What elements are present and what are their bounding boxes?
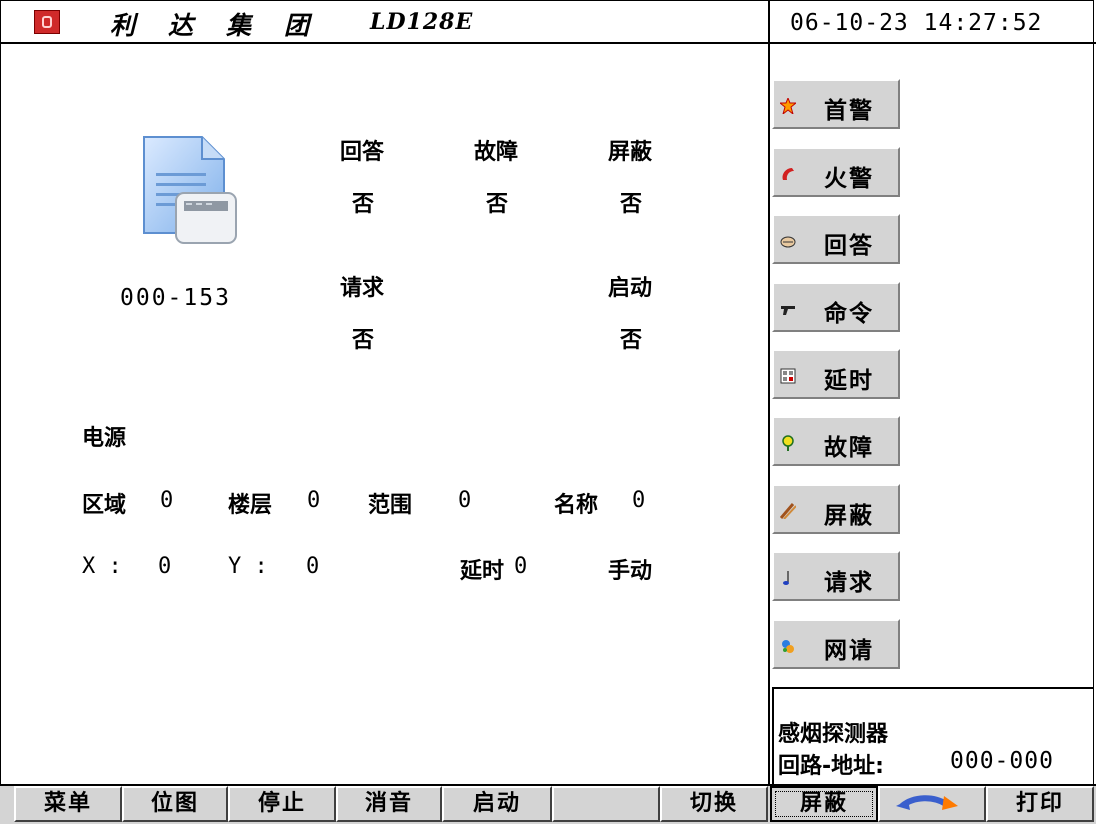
status-label-shield: 屏蔽 [608, 140, 653, 165]
network-request-icon [782, 640, 794, 653]
rotate-button[interactable] [878, 786, 986, 822]
stop-button[interactable]: 停止 [228, 786, 336, 822]
range-label: 范围 [368, 493, 413, 518]
power-label: 电源 [82, 426, 127, 451]
menu-button[interactable]: 菜单 [14, 786, 122, 822]
company-char-2: 达 [168, 11, 194, 40]
device-document-icon [143, 136, 237, 244]
loop-address-label: 回路-地址: [778, 754, 884, 779]
company-char-1: 利 [110, 11, 136, 40]
shield-tab-button[interactable]: 屏蔽 [770, 786, 878, 822]
floor-label: 楼层 [228, 493, 273, 518]
status-value-start: 否 [620, 328, 643, 353]
first-alarm-icon [780, 98, 796, 114]
fire-alarm-label: 火警 [824, 166, 874, 192]
name-value: 0 [632, 488, 646, 513]
status-label-answer: 回答 [340, 140, 385, 165]
first-alarm-button[interactable]: 首警 [772, 79, 900, 129]
company-char-4: 团 [284, 11, 310, 40]
device-type: 感烟探测器 [778, 722, 889, 747]
name-label: 名称 [554, 493, 599, 518]
shield-icon [780, 503, 796, 519]
fire-alarm-icon [782, 168, 794, 180]
delay-label: 延时 [460, 559, 505, 584]
rotate-arrows-icon [896, 795, 958, 810]
print-button[interactable]: 打印 [986, 786, 1094, 822]
zone-value: 0 [160, 488, 174, 513]
delay-value: 0 [514, 554, 528, 579]
request-label: 请求 [824, 570, 874, 596]
device-code: 000-153 [120, 285, 231, 311]
fault-icon [782, 435, 794, 451]
answer-icon [780, 236, 796, 248]
status-value-answer: 否 [352, 192, 375, 217]
first-alarm-label: 首警 [824, 98, 874, 124]
floor-value: 0 [307, 488, 321, 513]
status-label-fault: 故障 [474, 140, 519, 165]
blank-function-button[interactable] [552, 786, 660, 822]
right-panel-divider [768, 44, 770, 784]
loop-address-value: 000-000 [950, 748, 1054, 774]
answer-button[interactable]: 回答 [772, 214, 900, 264]
fault-label: 故障 [824, 435, 874, 461]
x-coord-value: 0 [158, 554, 172, 579]
status-label-request: 请求 [340, 276, 385, 301]
shield-label: 屏蔽 [824, 503, 874, 529]
delay-button[interactable]: 延时 [772, 349, 900, 399]
company-char-3: 集 [226, 11, 252, 40]
status-value-request: 否 [352, 328, 375, 353]
model-name: LD128E [370, 9, 474, 35]
request-icon [783, 571, 789, 585]
fire-alarm-button[interactable]: 火警 [772, 147, 900, 197]
command-label: 命令 [824, 301, 874, 327]
switch-button[interactable]: 切换 [660, 786, 768, 822]
range-value: 0 [458, 488, 472, 513]
fault-button[interactable]: 故障 [772, 416, 900, 466]
start-button[interactable]: 启动 [442, 786, 552, 822]
network-request-button[interactable]: 网请 [772, 619, 900, 669]
answer-label: 回答 [824, 233, 874, 259]
status-value-shield: 否 [620, 192, 643, 217]
silence-button[interactable]: 消音 [336, 786, 442, 822]
command-icon [781, 306, 795, 315]
zone-label: 区域 [82, 493, 127, 518]
status-value-fault: 否 [486, 192, 509, 217]
shield-button[interactable]: 屏蔽 [772, 484, 900, 534]
request-button[interactable]: 请求 [772, 551, 900, 601]
bitmap-button[interactable]: 位图 [122, 786, 228, 822]
y-coord-value: 0 [306, 554, 320, 579]
network-request-label: 网请 [824, 638, 874, 664]
x-coord-label: X : [82, 554, 122, 579]
control-mode: 手动 [608, 559, 653, 584]
clock-datetime: 06-10-23 14:27:52 [790, 10, 1043, 36]
y-coord-label: Y : [228, 554, 268, 579]
delay-label-btn: 延时 [824, 368, 874, 394]
brand-logo-icon [34, 10, 60, 34]
command-button[interactable]: 命令 [772, 282, 900, 332]
header-divider [768, 0, 770, 44]
delay-icon [780, 368, 796, 384]
status-label-start: 启动 [608, 276, 653, 301]
